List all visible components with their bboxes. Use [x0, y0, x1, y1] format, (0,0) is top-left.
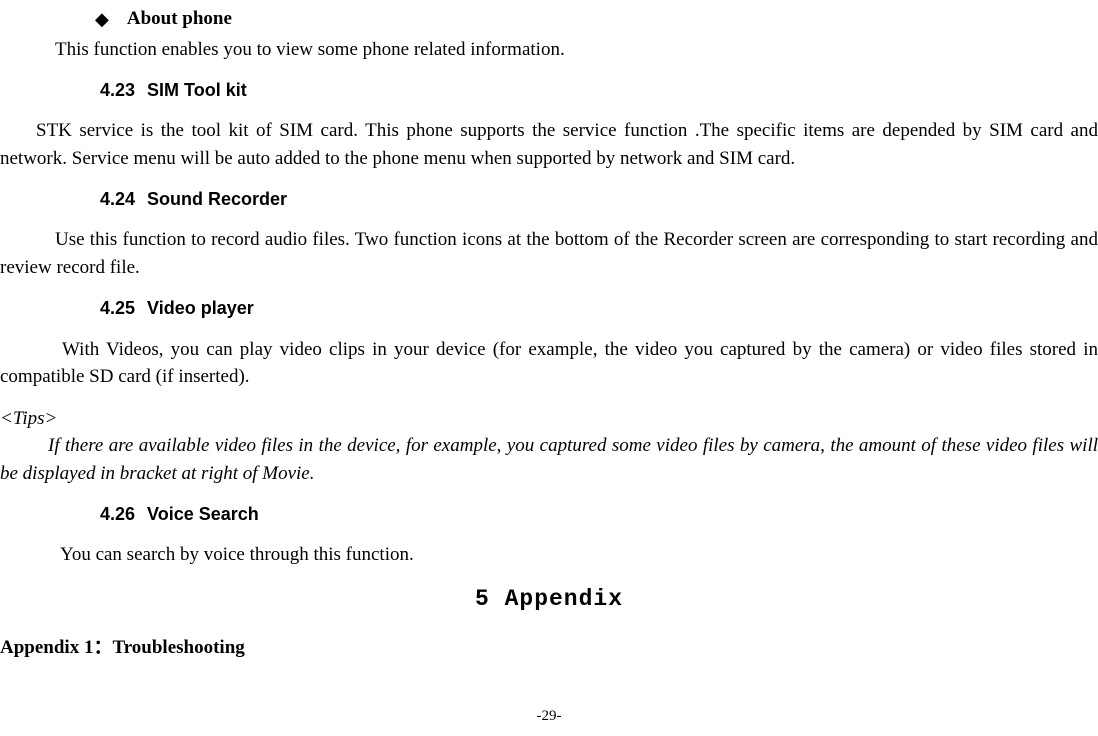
heading-title: Video player [147, 298, 254, 318]
heading-sim-tool-kit: 4.23 SIM Tool kit [0, 77, 1098, 103]
bullet-about-phone: ◆ About phone [0, 5, 1098, 33]
heading-title: Voice Search [147, 504, 259, 524]
bullet-label: About phone [127, 5, 232, 33]
sim-tool-kit-body: STK service is the tool kit of SIM card.… [0, 117, 1098, 172]
heading-number: 4.23 [100, 80, 135, 100]
about-phone-body: This function enables you to view some p… [0, 36, 1098, 64]
diamond-bullet-icon: ◆ [95, 6, 109, 32]
tips-label: <Tips> [0, 405, 1098, 433]
heading-video-player: 4.25 Video player [0, 295, 1098, 321]
video-player-body: With Videos, you can play video clips in… [0, 336, 1098, 391]
sound-recorder-body: Use this function to record audio files.… [0, 226, 1098, 281]
heading-sound-recorder: 4.24 Sound Recorder [0, 186, 1098, 212]
page-number: -29- [0, 706, 1098, 728]
heading-number: 4.24 [100, 189, 135, 209]
tips-body: If there are available video files in th… [0, 432, 1098, 487]
heading-title: Sound Recorder [147, 189, 287, 209]
heading-number: 4.25 [100, 298, 135, 318]
appendix-title: 5 Appendix [0, 583, 1098, 616]
heading-voice-search: 4.26 Voice Search [0, 501, 1098, 527]
appendix-subheading: Appendix 1：Troubleshooting [0, 634, 1098, 662]
heading-title: SIM Tool kit [147, 80, 247, 100]
voice-search-body: You can search by voice through this fun… [0, 541, 1098, 569]
heading-number: 4.26 [100, 504, 135, 524]
